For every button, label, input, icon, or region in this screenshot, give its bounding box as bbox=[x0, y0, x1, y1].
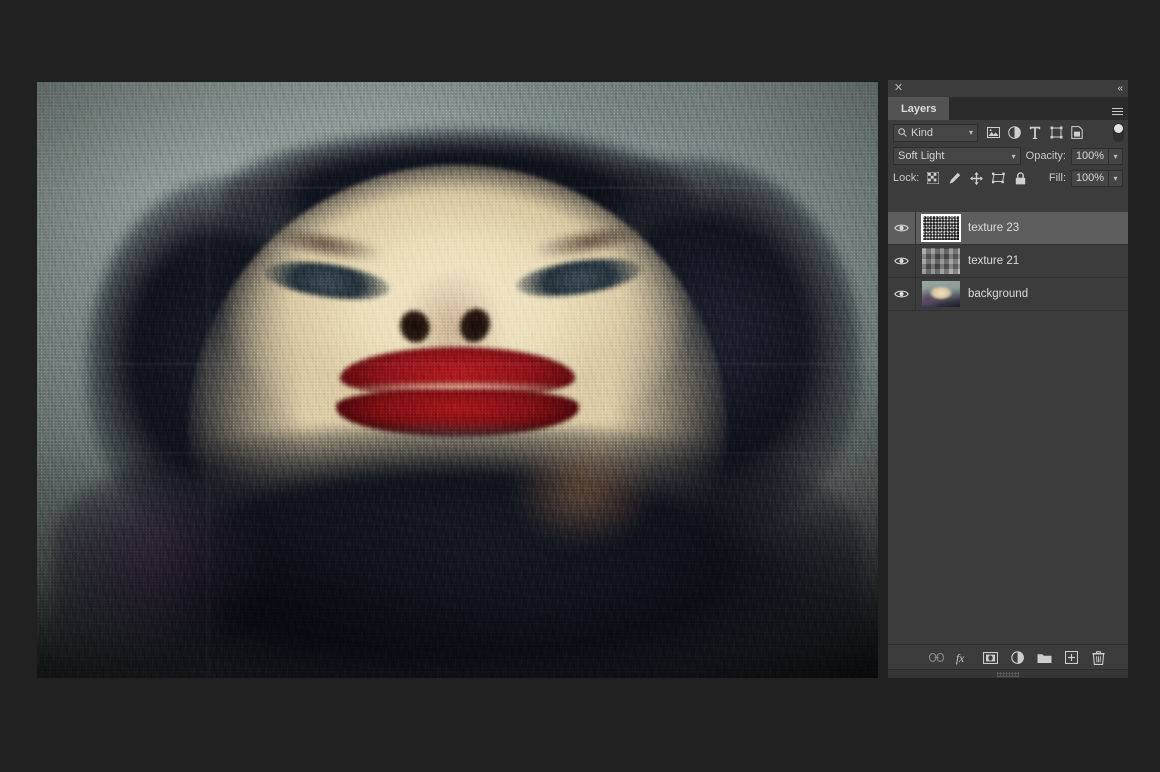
chevron-down-icon: ▾ bbox=[1012, 152, 1016, 161]
document-canvas[interactable] bbox=[37, 82, 878, 678]
filter-pixel-layers-icon[interactable] bbox=[986, 126, 1000, 140]
lock-label: Lock: bbox=[893, 172, 919, 184]
eye-icon bbox=[894, 256, 909, 266]
layer-visibility-toggle[interactable] bbox=[888, 278, 916, 310]
new-group-button[interactable] bbox=[1037, 650, 1052, 665]
filter-type-icons bbox=[986, 126, 1084, 140]
eye-icon bbox=[894, 289, 909, 299]
photoshop-workspace: ✕ « Layers Kind ▾ bbox=[0, 0, 1160, 772]
layers-panel: ✕ « Layers Kind ▾ bbox=[888, 80, 1128, 678]
layer-name[interactable]: background bbox=[966, 288, 1128, 300]
layer-thumbnail[interactable] bbox=[922, 281, 960, 307]
panel-tab-row: Layers bbox=[888, 97, 1128, 120]
layer-visibility-toggle[interactable] bbox=[888, 245, 916, 277]
collapse-panel-icon[interactable]: « bbox=[1117, 83, 1122, 94]
fill-input[interactable]: 100% bbox=[1071, 170, 1109, 187]
layer-name[interactable]: texture 23 bbox=[966, 222, 1128, 234]
lock-image-pixels-icon[interactable] bbox=[948, 172, 961, 185]
filter-adjustment-layers-icon[interactable] bbox=[1007, 126, 1021, 140]
close-icon[interactable]: ✕ bbox=[893, 83, 904, 94]
tab-layers[interactable]: Layers bbox=[888, 97, 949, 120]
layer-style-fx-button[interactable]: fx bbox=[956, 650, 971, 665]
chevron-down-icon: ▾ bbox=[969, 128, 973, 137]
resize-grip-icon bbox=[997, 672, 1019, 677]
filter-smart-object-icon[interactable] bbox=[1070, 126, 1084, 140]
fill-label: Fill: bbox=[1049, 172, 1066, 184]
lock-all-icon[interactable] bbox=[1014, 172, 1027, 185]
filter-kind-dropdown[interactable]: Kind ▾ bbox=[893, 124, 978, 142]
table-row[interactable]: texture 23 bbox=[888, 212, 1128, 245]
layer-thumbnail[interactable] bbox=[922, 248, 960, 274]
eye-icon bbox=[894, 223, 909, 233]
panel-menu-icon[interactable] bbox=[1106, 97, 1128, 120]
blend-mode-value: Soft Light bbox=[898, 150, 1012, 162]
panel-resize-handle[interactable] bbox=[888, 669, 1128, 678]
vignette-overlay bbox=[37, 82, 878, 678]
filter-enable-toggle[interactable] bbox=[1113, 123, 1124, 142]
blend-mode-row: Soft Light ▾ Opacity: 100% ▾ bbox=[888, 145, 1128, 167]
svg-text:fx: fx bbox=[956, 652, 964, 664]
link-layers-button[interactable] bbox=[929, 650, 944, 665]
blend-mode-dropdown[interactable]: Soft Light ▾ bbox=[893, 147, 1021, 165]
filter-type-layers-icon[interactable] bbox=[1028, 126, 1042, 140]
layer-thumbnail[interactable] bbox=[922, 215, 960, 241]
lock-artboard-nesting-icon[interactable] bbox=[992, 172, 1005, 185]
layer-list-empty-area[interactable] bbox=[888, 311, 1128, 644]
lock-row: Lock: Fill: 100% bbox=[888, 167, 1128, 189]
layer-list[interactable]: texture 23 texture 21 bbox=[888, 212, 1128, 644]
delete-layer-button[interactable] bbox=[1091, 650, 1106, 665]
layer-visibility-toggle[interactable] bbox=[888, 212, 916, 244]
lock-position-icon[interactable] bbox=[970, 172, 983, 185]
layers-panel-bottom-toolbar: fx bbox=[888, 644, 1128, 678]
search-icon bbox=[898, 128, 907, 137]
lock-icons bbox=[926, 172, 1027, 185]
layer-filter-row: Kind ▾ bbox=[888, 120, 1128, 145]
new-adjustment-layer-button[interactable] bbox=[1010, 650, 1025, 665]
filter-shape-layers-icon[interactable] bbox=[1049, 126, 1063, 140]
opacity-input[interactable]: 100% bbox=[1071, 148, 1109, 165]
new-layer-button[interactable] bbox=[1064, 650, 1079, 665]
opacity-stepper[interactable]: ▾ bbox=[1109, 148, 1123, 165]
table-row[interactable]: background bbox=[888, 278, 1128, 311]
filter-kind-value: Kind bbox=[911, 127, 965, 139]
table-row[interactable]: texture 21 bbox=[888, 245, 1128, 278]
layer-name[interactable]: texture 21 bbox=[966, 255, 1128, 267]
add-layer-mask-button[interactable] bbox=[983, 650, 998, 665]
fill-stepper[interactable]: ▾ bbox=[1109, 170, 1123, 187]
layer-thumbnail-cell[interactable] bbox=[916, 281, 966, 307]
opacity-label: Opacity: bbox=[1026, 150, 1066, 162]
layer-thumbnail-cell[interactable] bbox=[916, 248, 966, 274]
layer-thumbnail-cell[interactable] bbox=[916, 215, 966, 241]
panel-titlebar: ✕ « bbox=[888, 80, 1128, 97]
tab-row-filler bbox=[949, 97, 1106, 120]
lock-transparent-pixels-icon[interactable] bbox=[926, 172, 939, 185]
